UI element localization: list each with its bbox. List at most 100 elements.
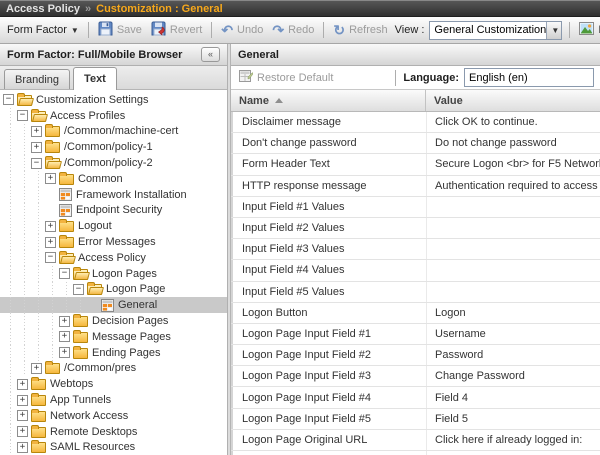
table-row[interactable]: Logon Page Input Field #5Field 5 bbox=[231, 409, 600, 430]
tree-item-logon-pages[interactable]: −Logon Pages bbox=[0, 266, 227, 282]
expand-node-icon[interactable]: + bbox=[17, 410, 28, 421]
table-row[interactable]: Logon Page Input Field #1Username bbox=[231, 324, 600, 345]
expand-node-icon[interactable]: + bbox=[45, 221, 56, 232]
form-factor-button[interactable]: Form Factor ▼ bbox=[5, 24, 81, 36]
expand-node-icon[interactable]: + bbox=[17, 442, 28, 453]
expand-node-icon[interactable]: + bbox=[17, 395, 28, 406]
name-cell: Input Field #5 Values bbox=[231, 282, 426, 302]
table-row[interactable]: Form Header TextSecure Logon <br> for F5… bbox=[231, 154, 600, 175]
expand-node-icon[interactable]: + bbox=[31, 126, 42, 137]
name-cell: Logon Page Original URL bbox=[231, 430, 426, 450]
tab-branding[interactable]: Branding bbox=[4, 69, 70, 89]
folder-icon bbox=[45, 142, 60, 153]
tree-item-common[interactable]: +Common bbox=[0, 171, 227, 187]
expand-node-icon[interactable]: + bbox=[45, 237, 56, 248]
tree-indent-guide bbox=[17, 171, 31, 187]
tab-text[interactable]: Text bbox=[73, 67, 117, 90]
folder-open-icon bbox=[17, 95, 32, 106]
tree-item-framework-installation[interactable]: Framework Installation bbox=[0, 187, 227, 203]
collapse-node-icon[interactable]: − bbox=[73, 284, 84, 295]
table-row[interactable]: Don't change passwordDo not change passw… bbox=[231, 133, 600, 154]
tree-item-decision-pages[interactable]: +Decision Pages bbox=[0, 313, 227, 329]
breadcrumb-section-link[interactable]: Access Policy bbox=[6, 3, 80, 15]
expand-node-icon[interactable]: + bbox=[31, 363, 42, 374]
folder-open-icon bbox=[45, 158, 60, 169]
settings-panel: General Restore Default Language: Englis… bbox=[231, 44, 600, 455]
tree-indent-guide bbox=[17, 234, 31, 250]
expand-node-icon[interactable]: + bbox=[17, 379, 28, 390]
table-row[interactable]: Disclaimer messageClick OK to continue. bbox=[231, 112, 600, 133]
tree-indent-guide bbox=[31, 297, 45, 313]
tree-item-common-pres[interactable]: +/Common/pres bbox=[0, 361, 227, 377]
tree-item-access-policy[interactable]: −Access Policy bbox=[0, 250, 227, 266]
column-header-value[interactable]: Value bbox=[426, 90, 600, 111]
tree-item-webtops[interactable]: +Webtops bbox=[0, 376, 227, 392]
tree-item-common-machine-cert[interactable]: +/Common/machine-cert bbox=[0, 124, 227, 140]
tree-item-common-policy-1[interactable]: +/Common/policy-1 bbox=[0, 139, 227, 155]
table-row[interactable]: Input Field #1 Values bbox=[231, 197, 600, 218]
tree-item-access-profiles[interactable]: − Access Profiles bbox=[0, 108, 227, 124]
tree-item-message-pages[interactable]: +Message Pages bbox=[0, 329, 227, 345]
table-row[interactable]: Logon Page Input Field #3Change Password bbox=[231, 366, 600, 387]
tree-item-general[interactable]: General bbox=[0, 297, 227, 313]
table-row[interactable]: Logon Page Input Field #4Field 4 bbox=[231, 387, 600, 408]
tree-indent-guide bbox=[17, 282, 31, 298]
language-select[interactable]: English (en) bbox=[464, 68, 594, 87]
table-row[interactable]: Input Field #5 Values bbox=[231, 282, 600, 303]
refresh-button[interactable]: ↻ Refresh bbox=[331, 24, 389, 36]
table-row[interactable]: Logon Page Input Field #2Password bbox=[231, 345, 600, 366]
table-row[interactable]: HTTP response messageAuthentication requ… bbox=[231, 176, 600, 197]
expand-node-icon[interactable]: + bbox=[31, 142, 42, 153]
expand-node-icon[interactable]: + bbox=[45, 173, 56, 184]
expand-node-icon[interactable]: + bbox=[59, 331, 70, 342]
table-row[interactable]: Input Field #2 Values bbox=[231, 218, 600, 239]
save-button[interactable]: Save bbox=[96, 21, 144, 39]
redo-button[interactable]: ↷ Redo bbox=[270, 24, 316, 36]
column-header-name[interactable]: Name bbox=[231, 90, 426, 111]
tree-item-endpoint-security[interactable]: Endpoint Security bbox=[0, 203, 227, 219]
collapse-node-icon[interactable]: − bbox=[3, 94, 14, 105]
restore-default-button[interactable]: Restore Default bbox=[237, 69, 335, 86]
tree-indent-guide bbox=[45, 266, 59, 282]
table-row[interactable]: Logon ButtonLogon bbox=[231, 303, 600, 324]
table-row[interactable]: Input Field #4 Values bbox=[231, 260, 600, 281]
tree-indent-guide bbox=[3, 392, 17, 408]
tree-item-customization-settings[interactable]: −Customization Settings bbox=[0, 92, 227, 108]
tree-item-label: Access Profiles bbox=[50, 110, 125, 122]
tree-indent-guide bbox=[3, 345, 17, 361]
value-cell: Field 5 bbox=[426, 409, 600, 429]
value-column-label: Value bbox=[434, 95, 463, 107]
tree-indent-guide bbox=[3, 234, 17, 250]
tree-item-remote-desktops[interactable]: +Remote Desktops bbox=[0, 424, 227, 440]
tree-indent-guide bbox=[17, 203, 31, 219]
tree-item-network-access[interactable]: +Network Access bbox=[0, 408, 227, 424]
undo-button[interactable]: ↶ Undo bbox=[219, 24, 265, 36]
tree-item-error-messages[interactable]: +Error Messages bbox=[0, 234, 227, 250]
tree-item-app-tunnels[interactable]: +App Tunnels bbox=[0, 392, 227, 408]
collapse-node-icon[interactable]: − bbox=[45, 252, 56, 263]
tree-item-ending-pages[interactable]: +Ending Pages bbox=[0, 345, 227, 361]
folder-icon bbox=[59, 174, 74, 185]
image-browser-button[interactable]: Image Browser bbox=[577, 22, 600, 38]
expand-node-icon[interactable]: + bbox=[59, 347, 70, 358]
folder-open-icon bbox=[31, 111, 46, 122]
tree-item-common-policy-2[interactable]: −/Common/policy-2 bbox=[0, 155, 227, 171]
tree-indent-guide bbox=[45, 313, 59, 329]
table-row[interactable]: Input Field #3 Values bbox=[231, 239, 600, 260]
table-row[interactable]: Logon Page Original URLClick here if alr… bbox=[231, 430, 600, 451]
collapse-node-icon[interactable]: − bbox=[17, 110, 28, 121]
tree-item-saml-resources[interactable]: +SAML Resources bbox=[0, 440, 227, 455]
tree-item-logon-page[interactable]: −Logon Page bbox=[0, 282, 227, 298]
revert-button[interactable]: Revert bbox=[149, 21, 204, 39]
tree: −Customization Settings−Access Profiles+… bbox=[0, 90, 227, 455]
tree-indent-guide bbox=[17, 139, 31, 155]
collapse-panel-button[interactable]: « bbox=[201, 47, 220, 62]
collapse-node-icon[interactable]: − bbox=[31, 158, 42, 169]
view-select[interactable]: General Customization ▼ bbox=[429, 21, 562, 40]
collapse-node-icon[interactable]: − bbox=[59, 268, 70, 279]
expand-node-icon[interactable]: + bbox=[59, 316, 70, 327]
tree-indent-guide bbox=[17, 297, 31, 313]
value-cell: Password bbox=[426, 345, 600, 365]
expand-node-icon[interactable]: + bbox=[17, 426, 28, 437]
tree-item-logout[interactable]: +Logout bbox=[0, 218, 227, 234]
